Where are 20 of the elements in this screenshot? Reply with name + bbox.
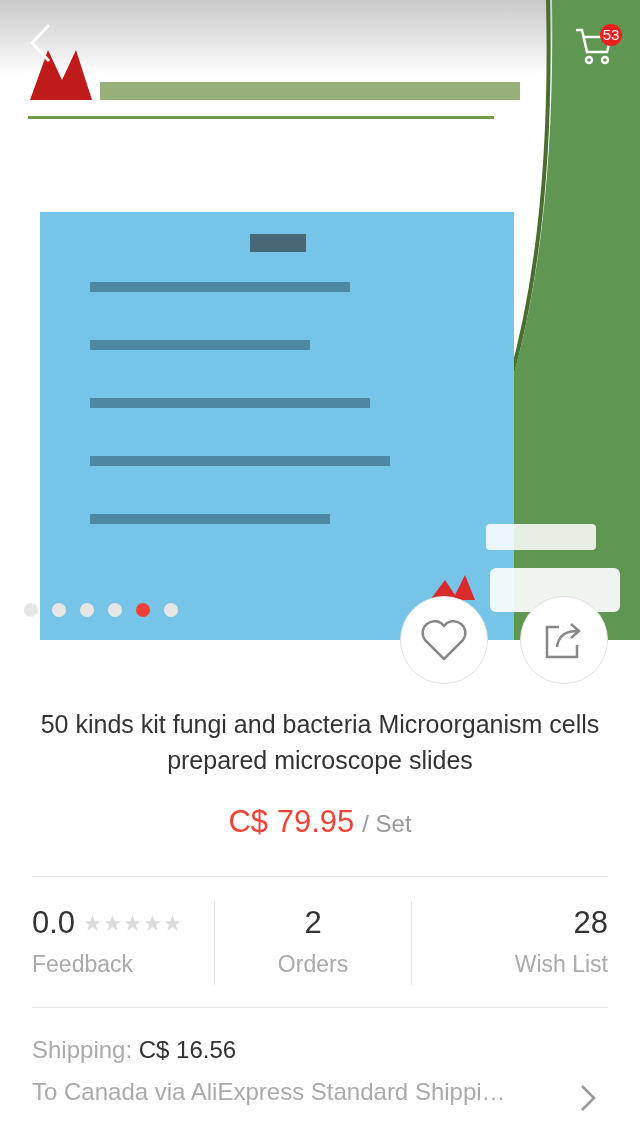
shipping-route: To Canada via AliExpress Standard Shippi…: [32, 1078, 506, 1106]
star-icon: [103, 913, 123, 933]
star-icon: [83, 913, 103, 933]
back-icon: [29, 22, 51, 63]
price-unit: / Set: [362, 810, 412, 838]
stat-label: Orders: [277, 951, 349, 978]
stat-value: 2: [304, 905, 322, 941]
price: C$ 79.95: [228, 804, 355, 840]
stat-value: 28: [573, 905, 608, 941]
star-icon: [143, 913, 163, 933]
heart-icon: [420, 619, 468, 661]
star-icon: [163, 913, 183, 933]
product-title: 50 kinds kit fungi and bacteria Microorganism cells prepared microscope slides: [39, 709, 601, 776]
stat-label: Wish List: [514, 951, 608, 978]
rating-value: 0.0: [32, 905, 76, 941]
chevron-icon[interactable]: [580, 1084, 596, 1112]
stat-label: Feedback: [32, 951, 133, 978]
star-icon: [123, 913, 143, 933]
cart-button[interactable]: 53: [574, 20, 622, 68]
shipping-cost: Shipping: C$ 16.56: [32, 1035, 238, 1065]
